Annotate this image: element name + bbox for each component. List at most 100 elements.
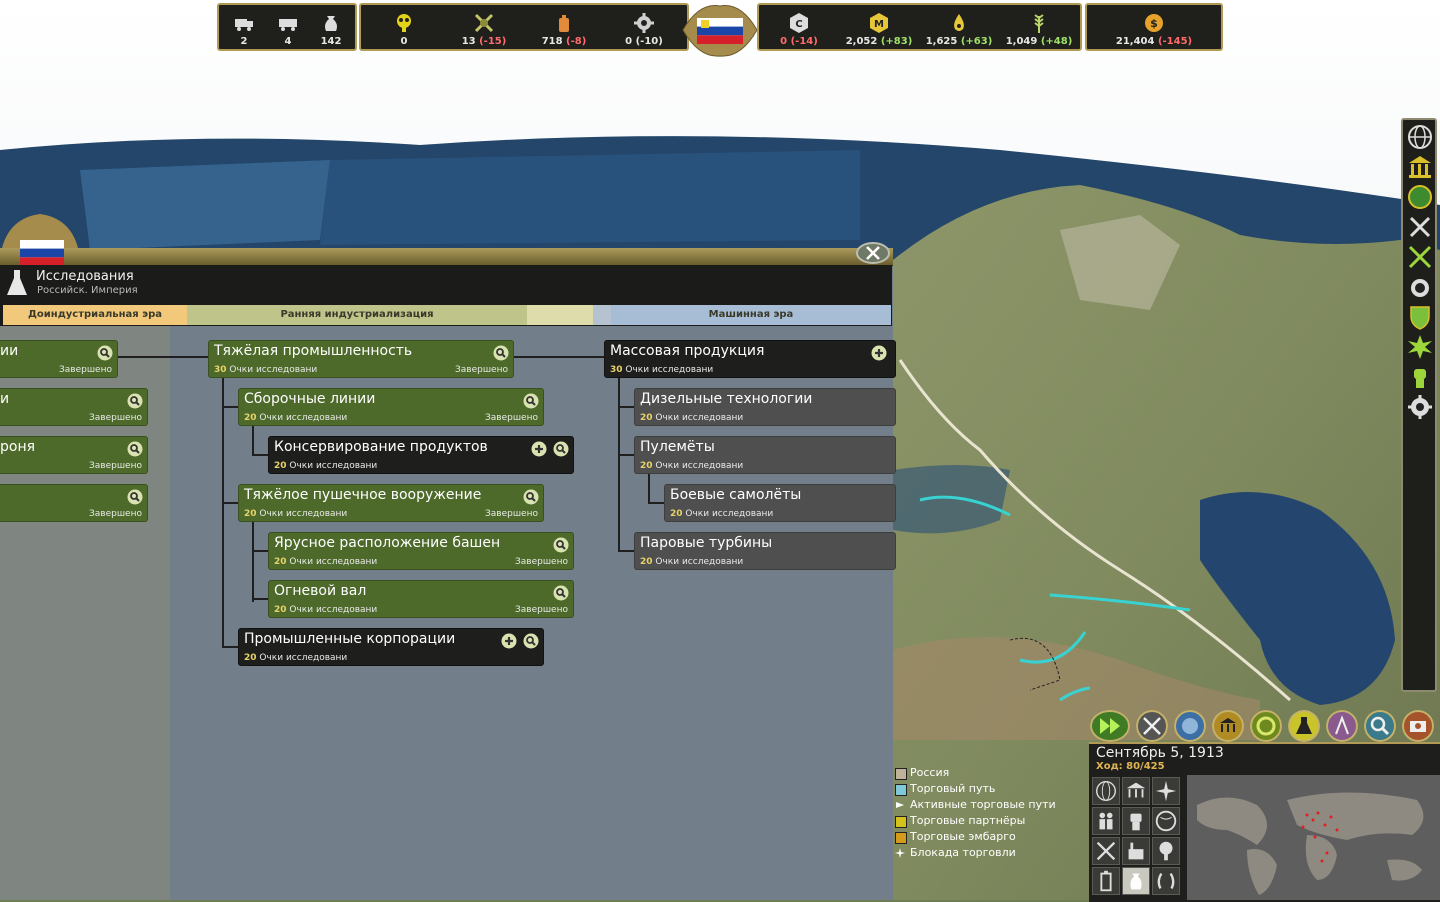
magnify-icon[interactable] bbox=[523, 489, 539, 505]
fist-icon[interactable] bbox=[1406, 363, 1434, 391]
legend-label: Торговый путь bbox=[910, 782, 996, 795]
laurel-filter-icon[interactable] bbox=[1152, 867, 1180, 895]
add-icon[interactable] bbox=[531, 441, 547, 457]
explosion-icon[interactable] bbox=[1406, 333, 1434, 361]
era-early-industrial[interactable]: Ранняя индустриализация bbox=[187, 305, 527, 325]
magnify-icon[interactable] bbox=[523, 393, 539, 409]
resource-construction[interactable]: C 0 (-14) bbox=[769, 5, 829, 51]
arrow-icon bbox=[896, 802, 904, 808]
magnify-icon[interactable] bbox=[97, 345, 113, 361]
tech-title: Пулемёты bbox=[640, 439, 715, 455]
tech-points-label: Очки исследовани bbox=[289, 461, 378, 471]
camera-icon[interactable] bbox=[1402, 710, 1434, 742]
magnify-icon[interactable] bbox=[127, 441, 143, 457]
magnify-icon[interactable] bbox=[127, 393, 143, 409]
tech-node-tiered-turrets[interactable]: Ярусное расположение башен 20 Очки иссле… bbox=[268, 532, 574, 570]
add-icon[interactable] bbox=[871, 345, 887, 361]
resource-money[interactable]: $ 21,404 (-145) bbox=[1116, 5, 1192, 51]
crossed-swords-icon[interactable] bbox=[1406, 243, 1434, 271]
globe-filter-icon[interactable] bbox=[1092, 777, 1120, 805]
legend-label: Блокада торговли bbox=[910, 846, 1016, 859]
people-filter-icon[interactable] bbox=[1092, 807, 1120, 835]
tech-node-left-4[interactable]: Завершено bbox=[0, 484, 148, 522]
crossed-swords-icon[interactable] bbox=[1136, 710, 1168, 742]
resource-gas-masks[interactable]: 0 bbox=[374, 5, 434, 51]
research-flask-icon[interactable] bbox=[1288, 710, 1320, 742]
era-machine[interactable]: Машинная эра bbox=[611, 305, 891, 325]
tech-node-corporations[interactable]: Промышленные корпорации 20 Очки исследов… bbox=[238, 628, 544, 666]
resource-food[interactable]: 1,049 (+48) bbox=[1006, 5, 1072, 51]
tech-points-value: 20 bbox=[274, 605, 287, 615]
diplomacy-globe-icon[interactable] bbox=[1174, 710, 1206, 742]
oil-derrick-icon[interactable] bbox=[1326, 710, 1358, 742]
tech-points-label: Очки исследовани bbox=[259, 653, 348, 663]
resource-machinery[interactable]: 0 (-10) bbox=[614, 5, 674, 51]
tech-node-left-1[interactable]: ии Завершено bbox=[0, 340, 118, 378]
globe-icon[interactable] bbox=[1406, 123, 1434, 151]
tech-points-value: 20 bbox=[640, 461, 653, 471]
tech-node-left-2[interactable]: и Завершено bbox=[0, 388, 148, 426]
magnify-icon[interactable] bbox=[127, 489, 143, 505]
world-filter-icon[interactable] bbox=[1152, 807, 1180, 835]
tree-connector bbox=[252, 454, 268, 456]
factory-filter-icon[interactable] bbox=[1122, 837, 1150, 865]
compass-filter-icon[interactable] bbox=[1152, 777, 1180, 805]
resource-oil[interactable]: 1,625 (+63) bbox=[926, 5, 993, 51]
shield-icon[interactable] bbox=[1406, 303, 1434, 331]
world-trade-icon[interactable] bbox=[1406, 183, 1434, 211]
tree-filter-icon[interactable] bbox=[1152, 837, 1180, 865]
c-badge-icon: C bbox=[790, 13, 808, 33]
tech-node-barrage[interactable]: Огневой вал 20 Очки исследовани Завершен… bbox=[268, 580, 574, 618]
dollar-coin-icon: $ bbox=[1145, 14, 1163, 32]
legend-label: Россия bbox=[910, 766, 950, 779]
resource-army[interactable]: 13 (-15) bbox=[454, 5, 514, 51]
tech-node-mass-production[interactable]: Массовая продукция 30 Очки исследовани bbox=[604, 340, 896, 378]
battery-filter-icon[interactable] bbox=[1092, 867, 1120, 895]
fast-forward-icon[interactable] bbox=[1090, 710, 1130, 742]
tech-node-steam-turbines[interactable]: Паровые турбины 20 Очки исследовани bbox=[634, 532, 896, 570]
resource-delta: (+63) bbox=[960, 36, 993, 47]
close-button[interactable] bbox=[856, 241, 890, 265]
capitol-filter-icon[interactable] bbox=[1122, 777, 1150, 805]
minimap[interactable] bbox=[1187, 775, 1440, 900]
search-icon[interactable] bbox=[1364, 710, 1396, 742]
magnify-icon[interactable] bbox=[553, 585, 569, 601]
tech-node-heavy-industry[interactable]: Тяжёлая промышленность 30 Очки исследова… bbox=[208, 340, 514, 378]
right-toolbar bbox=[1401, 118, 1437, 692]
tech-node-left-3[interactable]: роня Завершено bbox=[0, 436, 148, 474]
magnify-icon[interactable] bbox=[523, 633, 539, 649]
magnify-icon[interactable] bbox=[553, 537, 569, 553]
magnify-icon[interactable] bbox=[553, 441, 569, 457]
nation-crest-flag[interactable] bbox=[679, 0, 761, 60]
tech-node-heavy-artillery[interactable]: Тяжёлое пушечное вооружение 20 Очки иссл… bbox=[238, 484, 544, 522]
add-icon[interactable] bbox=[501, 633, 517, 649]
grain-filter-icon[interactable] bbox=[1122, 867, 1150, 895]
tech-node-assembly-lines[interactable]: Сборочные линии 20 Очки исследовани Заве… bbox=[238, 388, 544, 426]
era-spacer bbox=[527, 305, 593, 325]
resource-materials[interactable]: M 2,052 (+83) bbox=[846, 5, 912, 51]
tech-points-label: Очки исследовани bbox=[685, 509, 774, 519]
tech-node-combat-aircraft[interactable]: Боевые самолёты 20 Очки исследовани bbox=[664, 484, 896, 522]
tech-node-machine-guns[interactable]: Пулемёты 20 Очки исследовани bbox=[634, 436, 896, 474]
settings-gear-icon[interactable] bbox=[1406, 393, 1434, 421]
bomb-icon[interactable] bbox=[1406, 273, 1434, 301]
truck-icon bbox=[235, 19, 253, 31]
magnify-icon[interactable] bbox=[493, 345, 509, 361]
research-title: Исследования bbox=[36, 269, 134, 284]
industry-gear-icon[interactable] bbox=[1250, 710, 1282, 742]
tech-node-canning[interactable]: Консервирование продуктов 20 Очки исслед… bbox=[268, 436, 574, 474]
era-preindustrial[interactable]: Доиндустриальная эра bbox=[3, 305, 187, 325]
tools-icon[interactable] bbox=[1406, 213, 1434, 241]
mining-filter-icon[interactable] bbox=[1092, 837, 1120, 865]
fist-filter-icon[interactable] bbox=[1122, 807, 1150, 835]
resource-oil-products[interactable]: 718 (-8) bbox=[534, 5, 594, 51]
tech-title: Промышленные корпорации bbox=[244, 631, 456, 647]
wagon-icon bbox=[279, 19, 297, 31]
tech-points: 20 Очки исследовани bbox=[244, 509, 347, 519]
tech-node-diesel[interactable]: Дизельные технологии 20 Очки исследовани bbox=[634, 388, 896, 426]
resource-grain[interactable]: 142 bbox=[301, 5, 361, 51]
government-building-icon[interactable] bbox=[1406, 153, 1434, 181]
government-building-icon[interactable] bbox=[1212, 710, 1244, 742]
tree-connector bbox=[252, 598, 268, 600]
tech-points: 20 Очки исследовани bbox=[244, 653, 347, 663]
